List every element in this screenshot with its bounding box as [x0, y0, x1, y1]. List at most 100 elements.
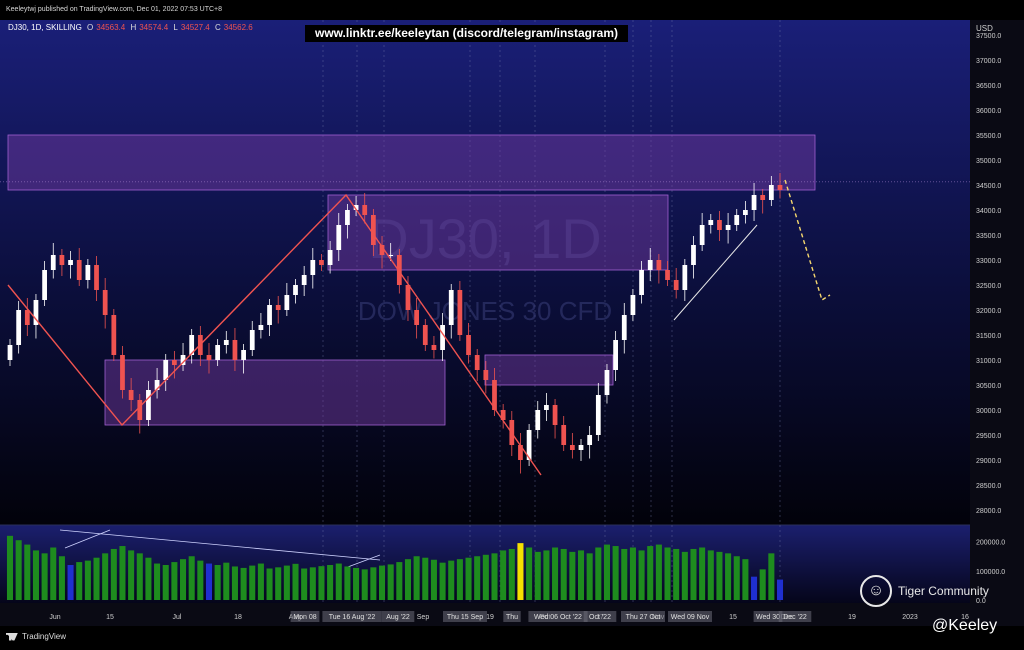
volume-bar: [205, 563, 213, 600]
volume-bar: [751, 576, 758, 600]
mid-zone: [327, 194, 669, 271]
tradingview-logo[interactable]: TradingView: [6, 632, 66, 641]
price-tick-label: 32000.0: [976, 308, 1001, 315]
chart-frame: DJ30, 1D DOW JONES 30 CFD 37500.0 37000.0…: [0, 0, 1024, 650]
volume-bar: [93, 557, 100, 600]
volume-bar: [180, 559, 187, 600]
price-tick-label: 32500.0: [976, 283, 1001, 290]
watermark-name: DOW JONES 30 CFD: [358, 296, 612, 326]
volume-bar: [776, 579, 784, 600]
crosshair-date-label: Wed 30: [753, 611, 783, 622]
volume-bar: [647, 546, 654, 600]
volume-bar: [318, 566, 325, 600]
price-tick-label: 28000.0: [976, 508, 1001, 515]
chart-svg[interactable]: DJ30, 1D DOW JONES 30 CFD 37500.037000.0…: [0, 0, 1024, 650]
volume-bar: [500, 550, 507, 600]
volume-bar: [508, 548, 515, 600]
volume-bar: [378, 565, 386, 600]
link-banner[interactable]: www.linktr.ee/keeleytan (discord/telegra…: [305, 25, 628, 42]
price-tick-label: 36500.0: [976, 83, 1001, 90]
volume-bar: [707, 550, 714, 600]
publish-bar: Keeleytwj published on TradingView.com, …: [0, 0, 1024, 20]
volume-bar: [214, 565, 221, 600]
svg-text:Tue 16 Aug '22: Tue 16 Aug '22: [329, 614, 376, 621]
volume-bar: [15, 540, 22, 600]
time-tick-label: 2023: [902, 614, 918, 621]
volume-bar: [482, 554, 489, 600]
volume-bar: [231, 566, 238, 600]
symbol-info: DJ30, 1D, SKILLING O 34563.4 H 34574.4 L 34…: [8, 23, 256, 32]
price-tick-label: 34000.0: [976, 208, 1001, 215]
volume-bar: [327, 565, 334, 600]
volume-bar: [240, 567, 247, 600]
volume-bar: [102, 553, 109, 600]
volume-bar: [439, 562, 446, 600]
price-tick-label: 31000.0: [976, 358, 1001, 365]
svg-text:Wed 06 Oct '22: Wed 06 Oct '22: [534, 614, 582, 621]
volume-bar: [430, 559, 437, 600]
volume-bar: [335, 563, 342, 600]
volume-bar: [136, 553, 143, 600]
volume-bar: [725, 553, 732, 600]
volume-bar: [283, 565, 290, 600]
crosshair-date-label: Wed 06 Oct '22: [528, 611, 588, 622]
volume-bar: [612, 546, 619, 600]
volume-bar: [266, 568, 273, 600]
volume-bar: [58, 556, 65, 600]
price-pane: [0, 20, 970, 525]
volume-bar: [110, 548, 117, 600]
svg-text:Oct '22: Oct '22: [589, 614, 611, 621]
price-tick-label: 35500.0: [976, 133, 1001, 140]
svg-text:Thu: Thu: [506, 614, 518, 621]
volume-bar: [344, 566, 351, 600]
volume-bar: [716, 551, 723, 600]
volume-bar: [474, 556, 481, 600]
volume-bar: [690, 548, 697, 600]
volume-bar: [560, 548, 567, 600]
volume-bar: [526, 547, 533, 600]
volume-bar: [603, 544, 610, 600]
volume-bar: [422, 557, 429, 600]
crosshair-date-label: Wed 09 Nov: [668, 611, 712, 622]
symbol-label[interactable]: DJ30, 1D, SKILLING: [8, 23, 82, 32]
price-tick-label: 29000.0: [976, 458, 1001, 465]
price-tick-label: 34500.0: [976, 183, 1001, 190]
price-tick-label: 33000.0: [976, 258, 1001, 265]
tiger-icon: ☺: [860, 575, 892, 607]
price-tick-label: 31500.0: [976, 333, 1001, 340]
ohlc-high-value: 34574.4: [139, 23, 169, 32]
volume-bar: [197, 560, 204, 600]
publish-text: Keeleytwj published on TradingView.com, …: [6, 6, 223, 13]
volume-bar: [309, 567, 316, 600]
volume-bar: [638, 550, 645, 600]
volume-bar: [681, 551, 688, 600]
volume-bar: [387, 564, 394, 600]
volume-bar: [448, 560, 455, 600]
author-handle: @Keeley: [932, 617, 998, 634]
volume-bar: [162, 565, 169, 600]
volume-bar: [759, 569, 766, 600]
volume-bar: [491, 553, 498, 600]
volume-bar: [664, 547, 671, 600]
volume-bar: [552, 547, 559, 600]
candle: [457, 281, 463, 341]
volume-bar: [569, 551, 576, 600]
time-tick-label: 15: [729, 614, 737, 621]
candle: [111, 309, 117, 361]
tiger-community-logo: ☺ Tiger Community: [860, 575, 989, 607]
ohlc-open-value: 34563.4: [96, 23, 126, 32]
crosshair-date-label: Mon 08: [290, 611, 320, 622]
volume-bar: [128, 550, 135, 600]
crosshair-date-label: Aug '22: [381, 611, 415, 622]
ohlc-low-value: 34527.4: [180, 23, 210, 32]
small-zone: [484, 354, 614, 386]
price-tick-label: 37500.0: [976, 33, 1001, 40]
volume-bar: [742, 559, 749, 600]
bottom-bar: [0, 626, 1024, 650]
volume-bar: [768, 553, 775, 600]
volume-bar: [249, 565, 256, 600]
volume-bar: [275, 567, 282, 600]
crosshair-date-label: Thu 15 Sep: [443, 611, 487, 622]
volume-bar: [24, 544, 31, 600]
volume-bar: [257, 563, 264, 600]
